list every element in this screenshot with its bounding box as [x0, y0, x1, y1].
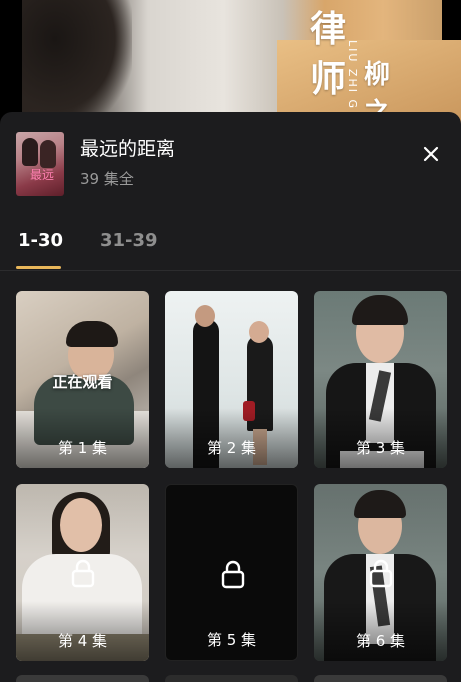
video-player[interactable]: 律 师 柳 之 LIU ZHI G [0, 0, 461, 130]
episode-card-4[interactable]: 第 4 集 [16, 484, 149, 661]
episode-label: 第 1 集 [57, 439, 108, 457]
episode-label: 第 3 集 [355, 439, 406, 457]
video-subject [22, 0, 132, 130]
drama-poster: 最远 [16, 132, 64, 196]
scene-face-man [195, 305, 215, 327]
close-icon [423, 146, 439, 162]
scene-hair [354, 490, 406, 518]
episode-sheet: 最远 最远的距离 39 集全 1-30 31-39 正在观看 第 1 集 第 2… [0, 112, 461, 682]
episode-card-3[interactable]: 第 3 集 [314, 291, 447, 468]
episode-label: 第 5 集 [206, 631, 257, 649]
episode-label: 第 6 集 [355, 632, 406, 650]
video-overlay-char-2: 师 [310, 58, 347, 100]
video-overlay-char-3: 柳 [364, 60, 391, 90]
scene-face [60, 498, 102, 552]
episode-card-1[interactable]: 正在观看 第 1 集 [16, 291, 149, 468]
divider [0, 270, 461, 271]
episode-range-tabs: 1-30 31-39 [16, 230, 461, 270]
video-overlay-char-1: 律 [310, 8, 347, 50]
scene-face-woman [249, 321, 269, 343]
tab-1-30[interactable]: 1-30 [18, 230, 63, 251]
episode-card-9-peek[interactable] [314, 675, 447, 682]
tab-31-39[interactable]: 31-39 [100, 230, 158, 251]
scene-hair [352, 295, 408, 325]
lock-icon [71, 559, 95, 588]
scene-hair [66, 321, 118, 347]
poster-figure-2 [40, 140, 56, 168]
poster-figure-1 [22, 138, 38, 166]
video-overlay-pinyin: LIU ZHI G [346, 40, 359, 110]
episode-card-8-peek[interactable] [165, 675, 298, 682]
lock-icon [221, 560, 245, 589]
active-tab-indicator [16, 266, 61, 269]
episode-card-2[interactable]: 第 2 集 [165, 291, 298, 468]
lock-icon [369, 559, 393, 588]
episode-card-5[interactable]: 第 5 集 [165, 484, 298, 661]
close-button[interactable] [417, 140, 445, 168]
episode-label: 第 2 集 [206, 439, 257, 457]
episode-card-6[interactable]: 第 6 集 [314, 484, 447, 661]
sheet-header: 最远 最远的距离 39 集全 [16, 132, 445, 196]
episode-label: 第 4 集 [57, 632, 108, 650]
episode-count: 39 集全 [80, 170, 134, 188]
episode-card-7-peek[interactable] [16, 675, 149, 682]
drama-title: 最远的距离 [80, 138, 176, 160]
poster-title: 最远 [30, 168, 55, 182]
now-watching-label: 正在观看 [52, 373, 113, 391]
